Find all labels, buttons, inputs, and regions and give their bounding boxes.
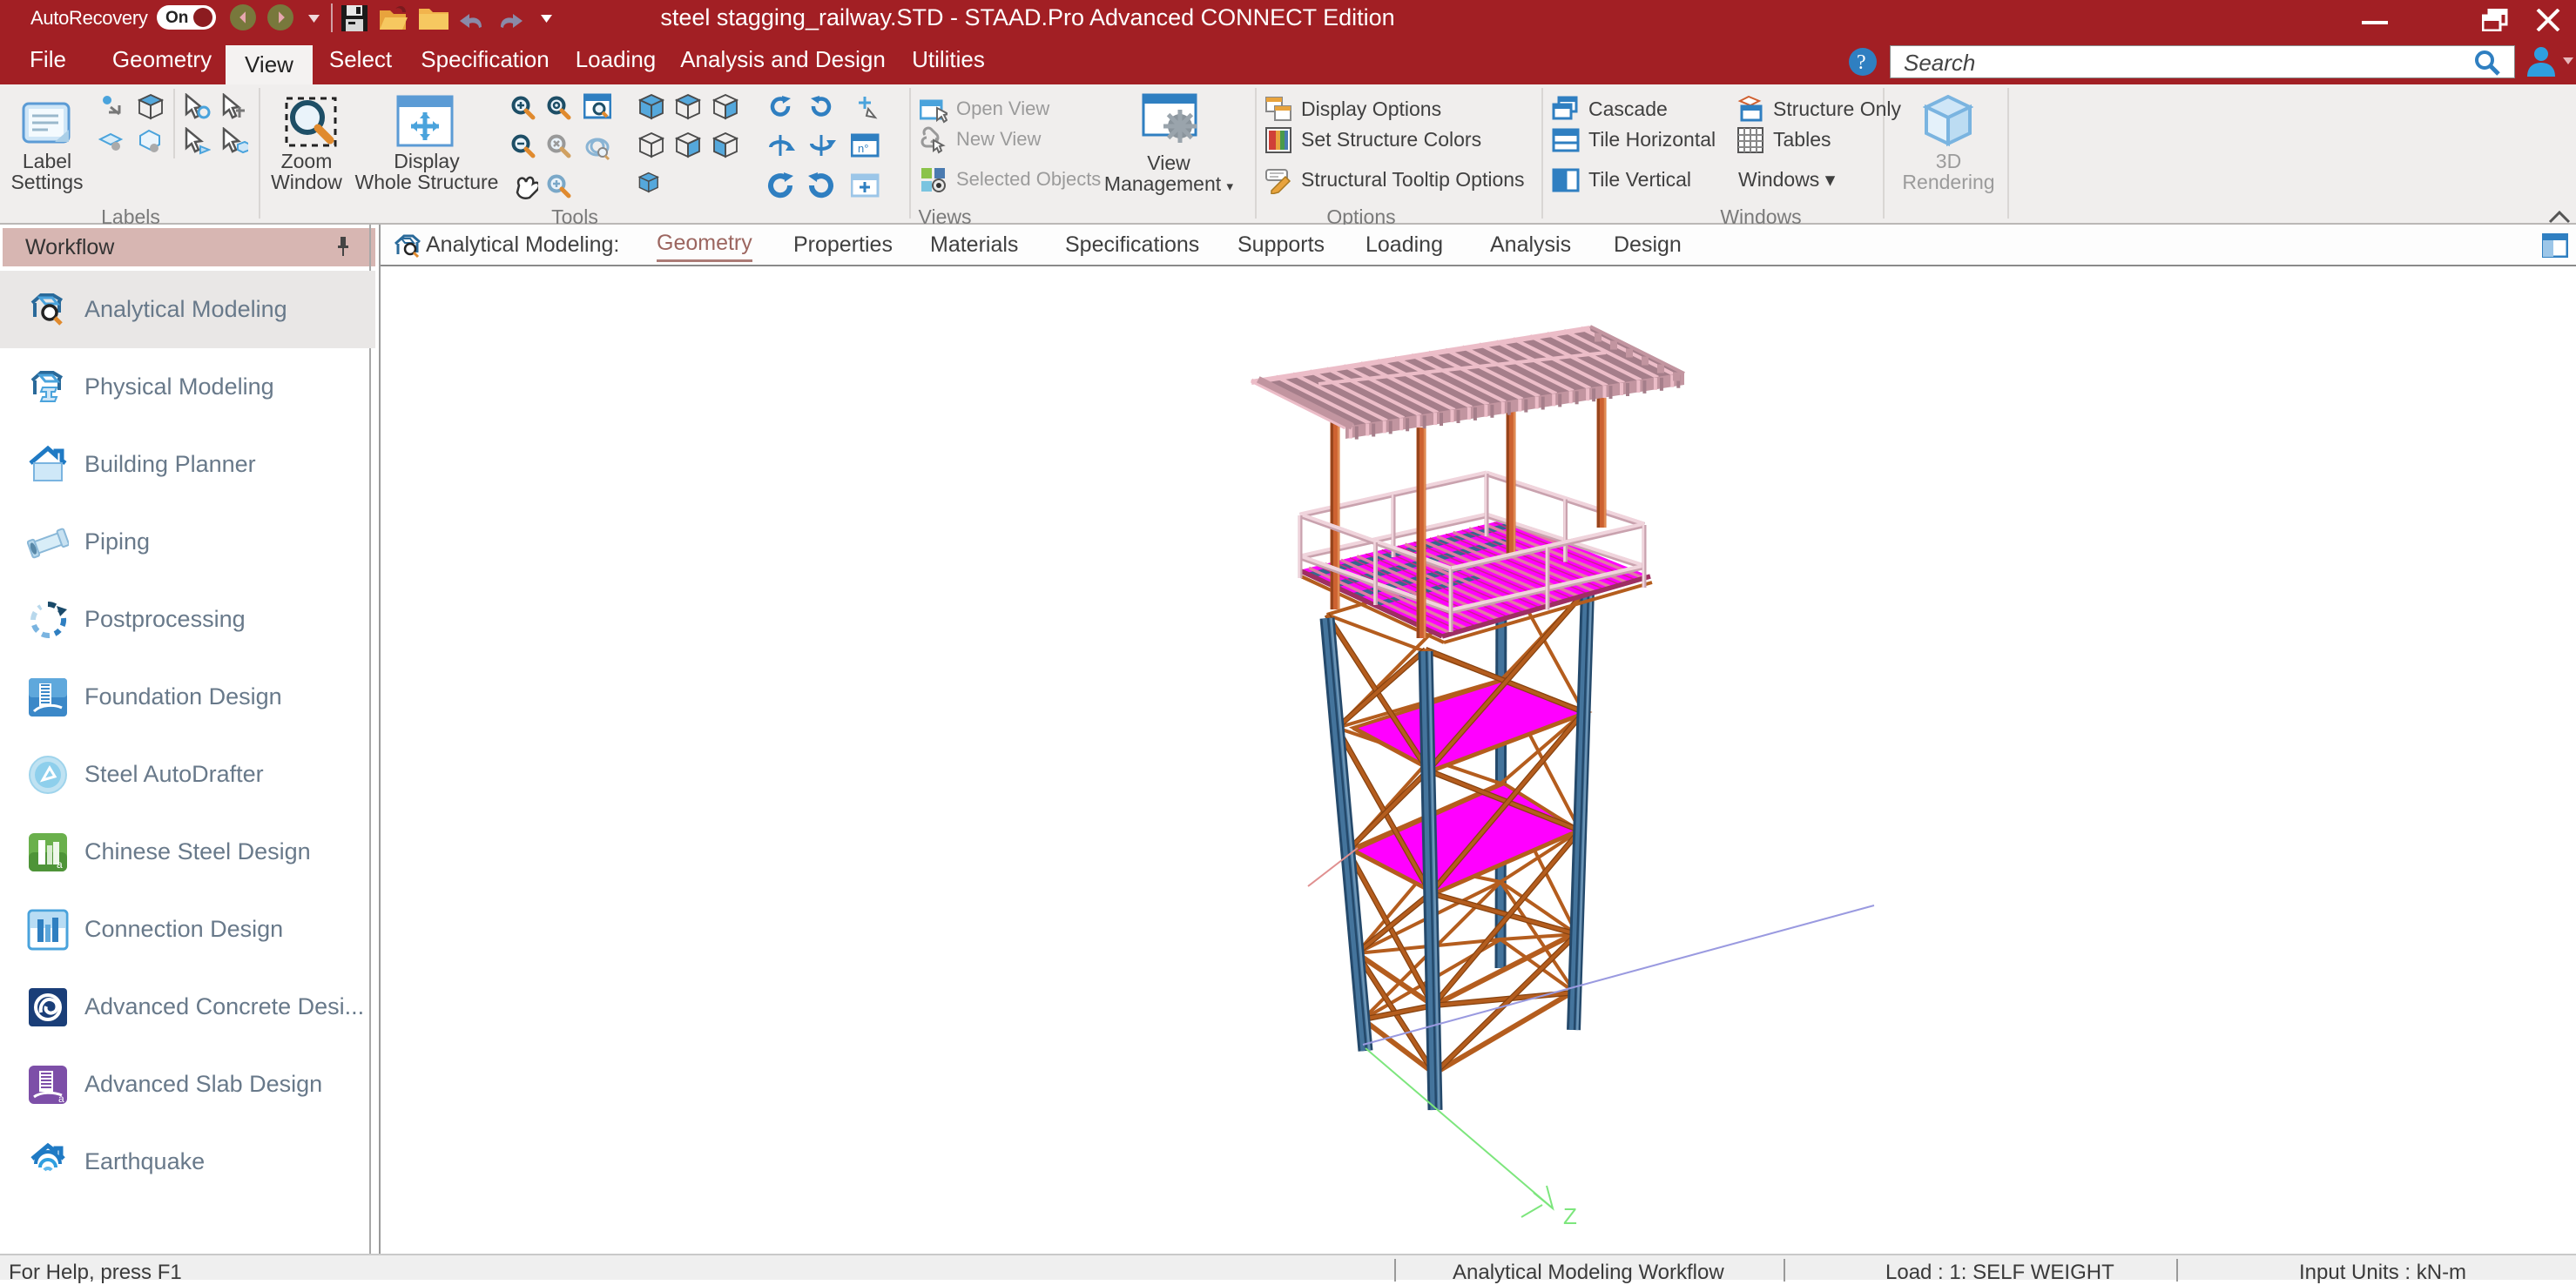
svg-text:n°: n° (858, 142, 868, 155)
svg-text:a: a (58, 1093, 64, 1105)
svg-text:?: ? (1857, 51, 1866, 74)
svg-text:a: a (57, 858, 63, 871)
svg-text:Z: Z (1563, 1203, 1577, 1229)
